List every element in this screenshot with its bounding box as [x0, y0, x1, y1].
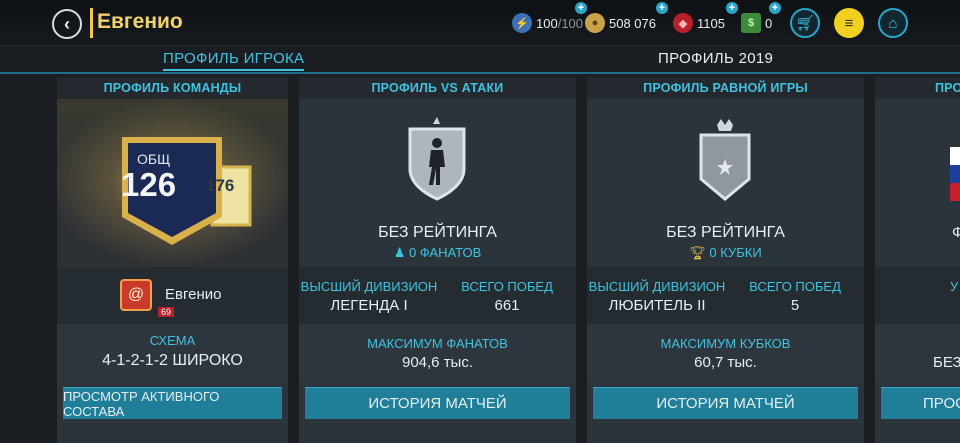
tabs-divider: [0, 72, 960, 74]
rating-status: БЕЗ РЕЙТИНГА: [666, 224, 785, 241]
team-badge-area: ОБЩ 126 176: [57, 99, 288, 269]
card-heading: ПРОФИЛЬ КОМАНДЫ: [57, 77, 288, 99]
partial-profile-card: ПРО Ф У БЕЗ ПРОС: [875, 77, 960, 443]
max-fans-value: 904,6 тыс.: [401, 354, 474, 371]
formation-row: СХЕМА 4-1-2-1-2 ШИРОКО: [57, 324, 288, 382]
chevron-left-icon: ‹: [64, 13, 70, 34]
page-title: Евгенио: [97, 10, 183, 33]
points-value: 1105: [697, 15, 725, 31]
coins-value: 508 076: [609, 15, 656, 31]
tokens-value: 0: [765, 15, 773, 31]
card-heading: ПРОФИЛЬ РАВНОЙ ИГРЫ: [587, 77, 864, 99]
max-cups-value: 60,7 тыс.: [694, 354, 757, 371]
team-profile-card: ПРОФИЛЬ КОМАНДЫ ОБЩ 126 176 @ 69 Евгенио…: [57, 77, 288, 443]
vs-attack-profile-card: ПРОФИЛЬ VS АТАКИ БЕЗ РЕЙТИНГА ♟ 0 ФАНАТО…: [299, 77, 576, 443]
cups-text: 0 КУБКИ: [709, 245, 762, 260]
formation-label: СХЕМА: [149, 333, 196, 348]
tab-player-profile[interactable]: ПРОФИЛЬ ИГРОКА: [163, 50, 305, 71]
coins-counter[interactable]: + ● 508 076: [585, 2, 668, 34]
fans-count: ♟ 0 ФАНАТОВ: [299, 245, 576, 261]
view-active-squad-button[interactable]: ПРОСМОТР АКТИВНОГО СОСТАВА: [63, 387, 282, 419]
points-counter[interactable]: + ◆ 1105: [673, 2, 738, 34]
match-history-button[interactable]: ИСТОРИЯ МАТЧЕЙ: [593, 387, 858, 419]
tab-profile-2019[interactable]: ПРОФИЛЬ 2019: [658, 50, 773, 67]
partial-text-3: БЕЗ: [933, 354, 960, 371]
cart-icon: 🛒︎: [795, 15, 815, 32]
home-icon: ⌂: [888, 14, 898, 32]
wins-value: 5: [790, 297, 800, 314]
add-coins-button[interactable]: +: [656, 2, 668, 14]
manager-name: Евгенио: [165, 286, 222, 303]
partial-text-1: Ф: [952, 224, 960, 241]
add-points-button[interactable]: +: [726, 2, 738, 14]
energy-max: /100: [557, 15, 584, 31]
gem-icon: ◆: [673, 13, 693, 33]
shield-player-icon: [408, 117, 466, 201]
max-fans-row: МАКСИМУМ ФАНАТОВ 904,6 тыс.: [299, 324, 576, 382]
ovr-label: ОБЩ: [137, 151, 171, 167]
max-cups-label: МАКСИМУМ КУБКОВ: [660, 336, 791, 351]
tokens-counter[interactable]: + $ 0: [741, 2, 781, 34]
match-history-button[interactable]: ИСТОРИЯ МАТЧЕЙ: [305, 387, 570, 419]
swirl-icon: @: [127, 286, 145, 303]
partial-badge-area: Ф: [875, 99, 960, 267]
division-label: ВЫСШИЙ ДИВИЗИОН: [588, 279, 726, 294]
division-label: ВЫСШИЙ ДИВИЗИОН: [300, 279, 438, 294]
ovr-value: 126: [121, 166, 177, 203]
profile-tabs: ПРОФИЛЬ ИГРОКА ПРОФИЛЬ 2019: [0, 46, 960, 74]
top-bar: ‹ Евгенио + ⚡ 100/100 + ● 508 076 + ◆ 11…: [0, 0, 960, 46]
stats-row: ВЫСШИЙ ДИВИЗИОН ЛЮБИТЕЛЬ II ВСЕГО ПОБЕД …: [587, 267, 864, 324]
h2h-profile-card: ПРОФИЛЬ РАВНОЙ ИГРЫ БЕЗ РЕЙТИНГА 🏆︎ 0 КУ…: [587, 77, 864, 443]
division-value: ЛЮБИТЕЛЬ II: [608, 297, 706, 314]
cups-count: 🏆︎ 0 КУБКИ: [587, 245, 864, 261]
rating-status: БЕЗ РЕЙТИНГА: [378, 224, 497, 241]
title-accent: [90, 8, 93, 38]
max-cups-row: МАКСИМУМ КУБКОВ 60,7 тыс.: [587, 324, 864, 382]
list-menu-icon: ≡: [844, 14, 854, 32]
lightning-icon: ⚡: [512, 13, 532, 33]
card-heading: ПРОФИЛЬ VS АТАКИ: [299, 77, 576, 99]
menu-button[interactable]: ≡: [834, 8, 864, 38]
home-button[interactable]: ⌂: [878, 8, 908, 38]
partial-text-2: У: [950, 279, 959, 294]
energy-value: 100: [536, 15, 558, 31]
shop-button[interactable]: 🛒︎: [790, 8, 820, 38]
russia-flag-icon: [950, 147, 960, 201]
manager-row: @ 69 Евгенио: [57, 267, 288, 324]
stats-row: ВЫСШИЙ ДИВИЗИОН ЛЕГЕНДА I ВСЕГО ПОБЕД 66…: [299, 267, 576, 324]
partial-stats-row: У: [875, 267, 960, 324]
add-tokens-button[interactable]: +: [769, 2, 781, 14]
card-heading: ПРО: [875, 77, 960, 99]
max-fans-label: МАКСИМУМ ФАНАТОВ: [367, 336, 508, 351]
formation-value: 4-1-2-1-2 ШИРОКО: [102, 352, 243, 369]
fans-icon: ♟: [393, 245, 409, 260]
coin-icon: ●: [585, 13, 605, 33]
ovr-badge-icon: [122, 137, 252, 245]
energy-counter[interactable]: + ⚡ 100/100: [512, 2, 587, 34]
h2h-badge-area: БЕЗ РЕЙТИНГА 🏆︎ 0 КУБКИ: [587, 99, 864, 267]
wins-label: ВСЕГО ПОБЕД: [749, 279, 841, 294]
partial-max-row: БЕЗ: [875, 324, 960, 382]
partial-button[interactable]: ПРОС: [881, 387, 960, 419]
wins-label: ВСЕГО ПОБЕД: [461, 279, 553, 294]
secondary-rating: 176: [206, 176, 235, 195]
cash-icon: $: [741, 13, 761, 33]
wins-value: 661: [494, 297, 520, 314]
trophy-icon: 🏆︎: [689, 245, 710, 260]
manager-level: 69: [158, 307, 175, 317]
fans-text: 0 ФАНАТОВ: [408, 245, 482, 260]
shield-star-icon: [699, 119, 751, 201]
division-value: ЛЕГЕНДА I: [330, 297, 408, 314]
back-button[interactable]: ‹: [52, 9, 82, 39]
vs-badge-area: БЕЗ РЕЙТИНГА ♟ 0 ФАНАТОВ: [299, 99, 576, 267]
manager-avatar: @: [120, 279, 152, 311]
